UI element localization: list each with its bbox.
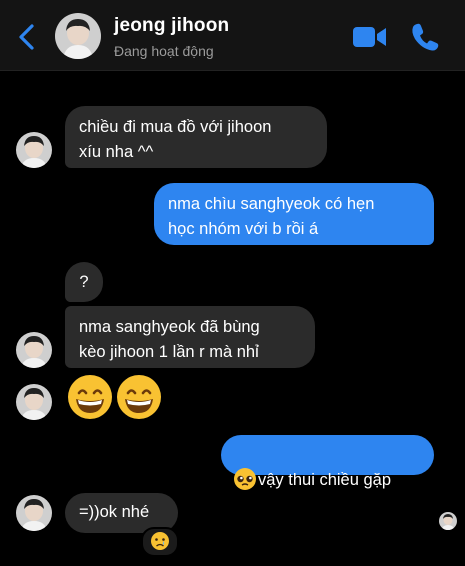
outgoing-message-text: vậy thui chiều gặp — [258, 471, 392, 489]
back-chevron-icon[interactable] — [14, 22, 40, 52]
sender-avatar[interactable] — [16, 132, 52, 168]
incoming-message[interactable]: nma sanghyeok đã bùng kèo jihoon 1 lần r… — [65, 306, 315, 368]
phone-icon[interactable] — [410, 22, 440, 52]
sender-avatar[interactable] — [16, 332, 52, 368]
contact-name[interactable]: jeong jihoon — [114, 15, 229, 37]
sender-avatar[interactable] — [16, 384, 52, 420]
incoming-message[interactable]: ? — [65, 262, 103, 302]
grinning-face-emoji[interactable] — [67, 374, 113, 420]
outgoing-message[interactable]: nma chìu sanghyeok có hẹn học nhóm với b… — [154, 183, 434, 245]
contact-avatar[interactable] — [55, 13, 101, 59]
video-camera-icon[interactable] — [352, 24, 388, 50]
seen-avatar — [439, 512, 457, 530]
pleading-face-icon — [234, 468, 256, 490]
crying-face-icon — [151, 532, 169, 550]
message-reaction[interactable] — [141, 527, 179, 557]
outgoing-message[interactable]: vậy thui chiều gặp — [221, 435, 434, 490]
chat-header: jeong jihoon Đang hoạt động — [0, 0, 465, 71]
sender-avatar[interactable] — [16, 495, 52, 531]
active-status: Đang hoạt động — [114, 43, 214, 59]
incoming-message[interactable]: chiều đi mua đồ với jihoon xíu nha ^^ — [65, 106, 327, 168]
grinning-face-emoji[interactable] — [116, 374, 162, 420]
